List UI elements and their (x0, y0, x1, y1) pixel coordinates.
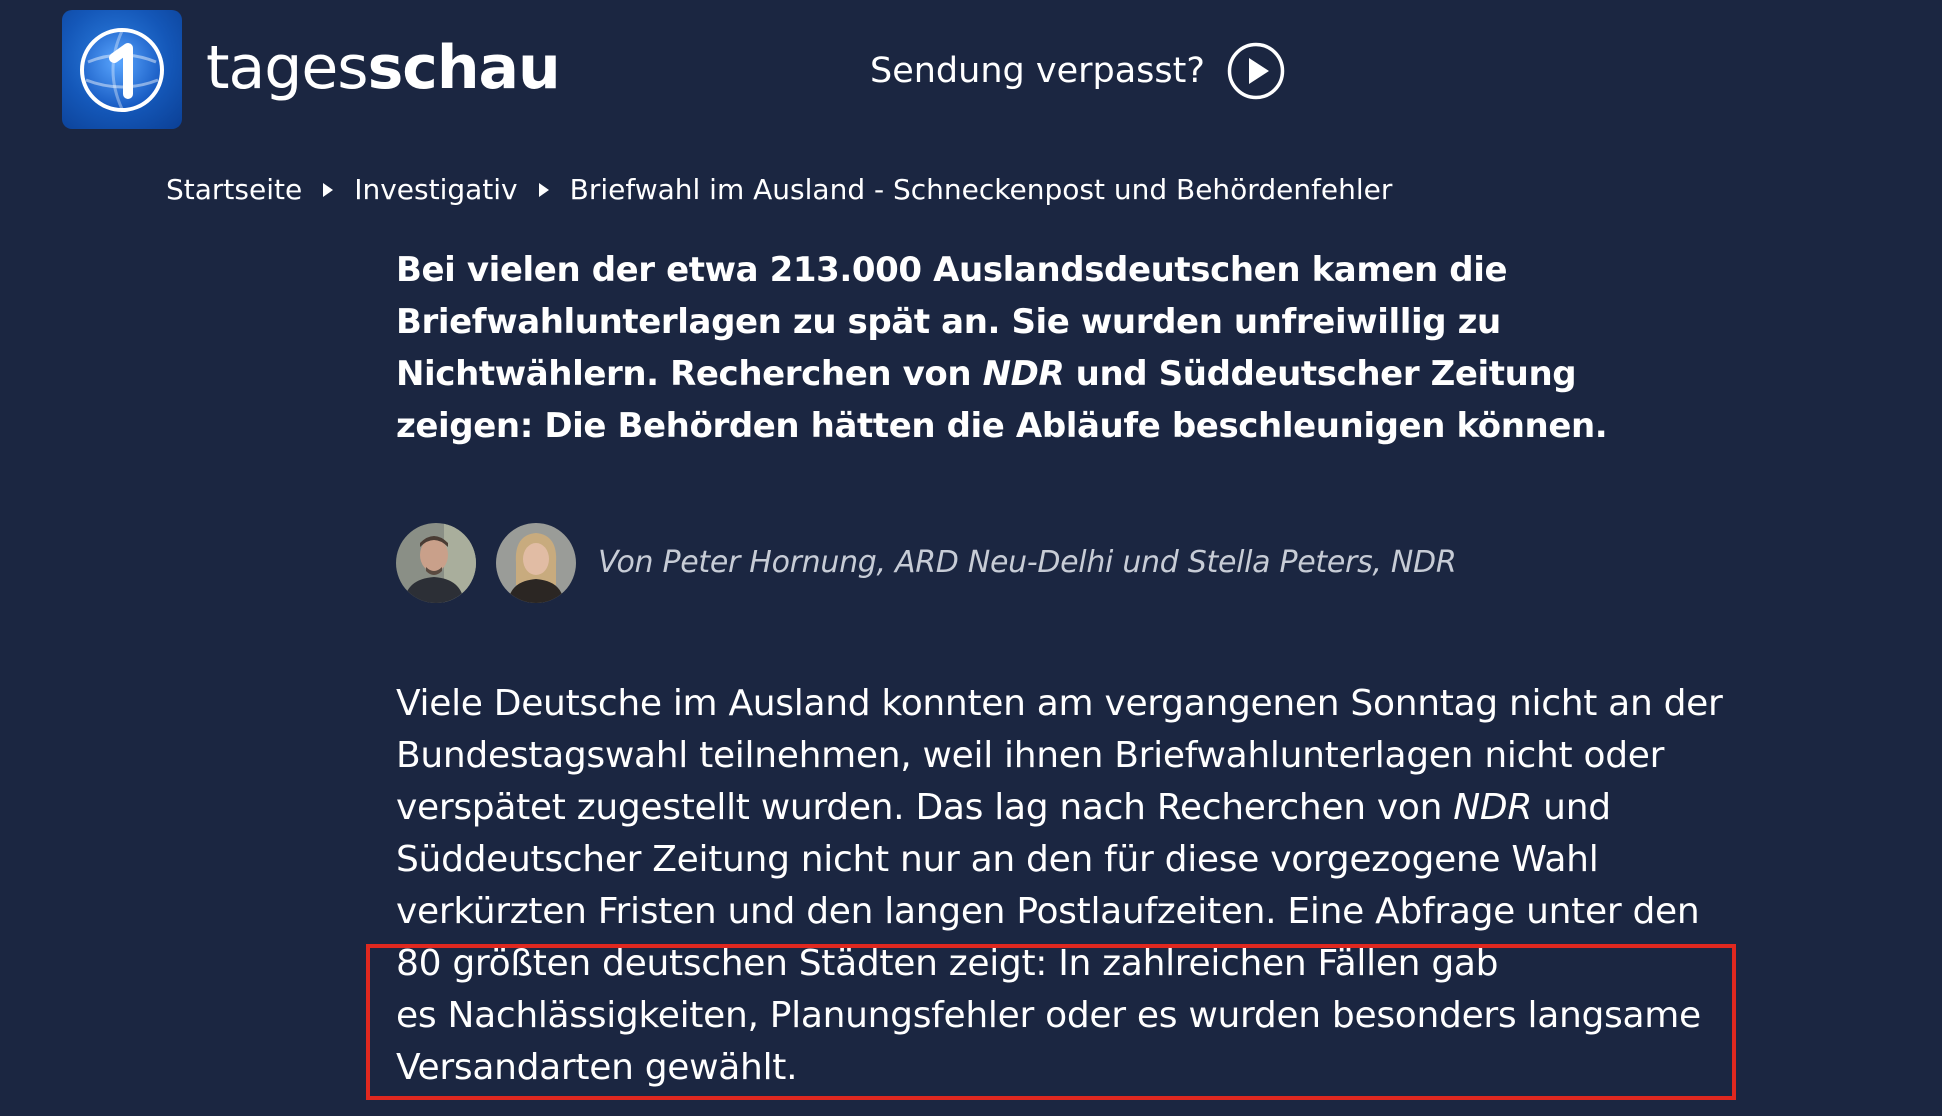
author-avatar-peter-hornung[interactable] (396, 523, 476, 603)
brand-wordmark[interactable]: tagesschau (206, 26, 561, 110)
author-byline: Von Peter Hornung, ARD Neu-Delhi und Ste… (598, 545, 1457, 580)
brand-light: tages (206, 33, 369, 103)
article-body-paragraph: Viele Deutsche im Ausland konnten am ver… (396, 678, 1736, 1094)
missed-show-link[interactable]: Sendung verpasst? (870, 40, 1285, 102)
body-line: verspätet zugestellt wurden. Das lag nac… (396, 782, 1736, 834)
missed-show-label: Sendung verpasst? (870, 51, 1205, 91)
play-circle-icon (1227, 42, 1285, 100)
body-line: Süddeutscher Zeitung nicht nur an den fü… (396, 839, 1599, 880)
breadcrumb-item-investigativ[interactable]: Investigativ (354, 172, 517, 208)
lead-text-ndr: NDR (982, 354, 1065, 394)
body-line: Versandarten gewählt. (396, 1047, 798, 1088)
body-line: Viele Deutsche im Ausland konnten am ver… (396, 683, 1723, 724)
body-line-part: verspätet zugestellt wurden. Das lag nac… (396, 787, 1454, 828)
body-line-ndr: NDR (1453, 787, 1533, 828)
body-line: verkürzten Fristen und den langen Postla… (396, 891, 1700, 932)
author-line: Von Peter Hornung, ARD Neu-Delhi und Ste… (396, 522, 1457, 604)
breadcrumb: Startseite Investigativ Briefwahl im Aus… (166, 168, 1392, 212)
body-line: es Nachlässigkeiten, Planungsfehler oder… (396, 995, 1701, 1036)
author-avatar-stella-peters[interactable] (496, 523, 576, 603)
ard-one-logo-icon[interactable] (62, 10, 182, 129)
article-lead: Bei vielen der etwa 213.000 Auslandsdeut… (396, 244, 1716, 452)
breadcrumb-current-page: Briefwahl im Ausland - Schneckenpost und… (569, 173, 1393, 206)
body-line: 80 größten deutschen Städten zeigt: In z… (396, 943, 1499, 984)
body-line: Bundestagswahl teilnehmen, weil ihnen Br… (396, 735, 1665, 776)
triangle-right-icon (538, 183, 549, 197)
brand-bold: schau (367, 33, 561, 103)
triangle-right-icon (323, 183, 334, 197)
body-line-part: und (1532, 787, 1611, 828)
breadcrumb-item-startseite[interactable]: Startseite (166, 172, 302, 208)
